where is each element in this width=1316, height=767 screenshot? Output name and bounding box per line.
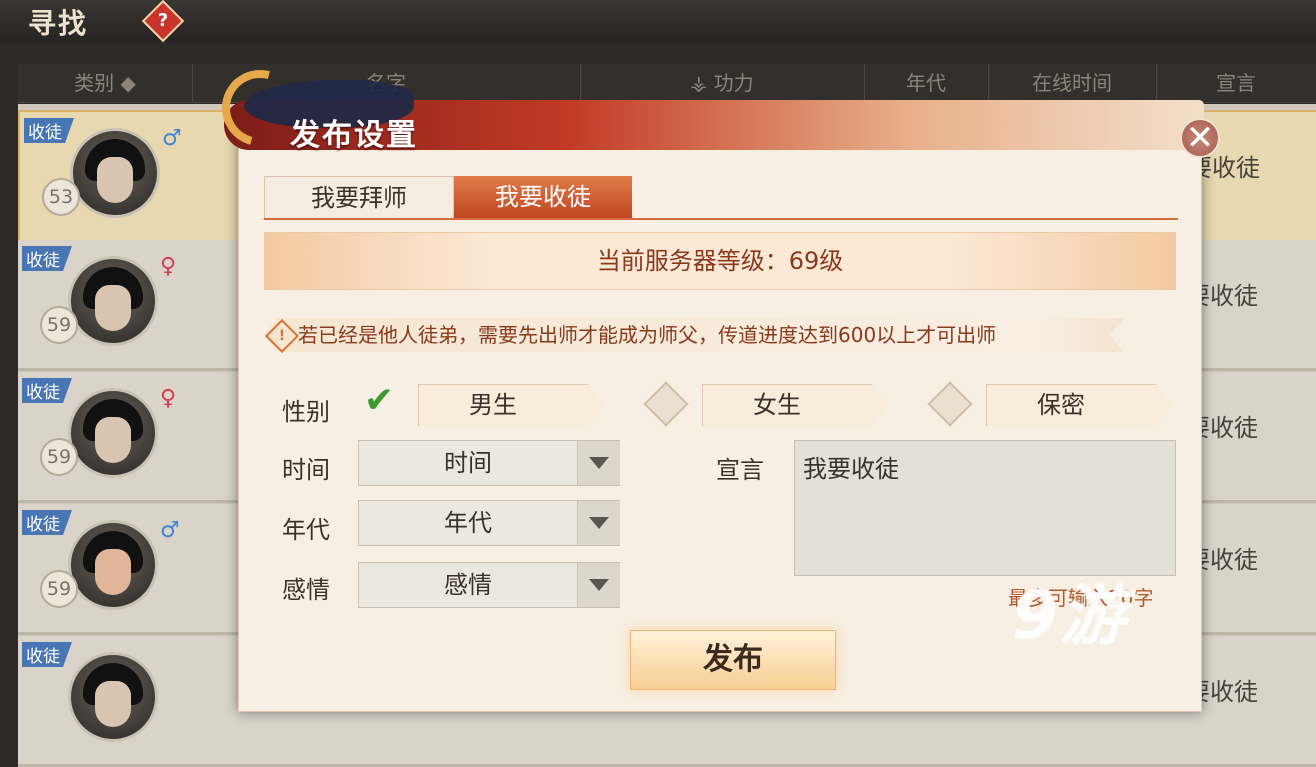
level-badge: 59 — [40, 306, 78, 344]
gender-option-male-label: 男生 — [469, 391, 517, 419]
emotion-select[interactable]: 感情 — [358, 562, 620, 608]
row-tag: 收徒 — [24, 118, 74, 143]
row-tag: 收徒 — [22, 642, 72, 667]
gender-label: 性别 — [282, 398, 330, 426]
sort-icon: ◆ — [120, 71, 136, 95]
gender-option-secret-label: 保密 — [1037, 391, 1085, 419]
tab-underline — [264, 218, 1178, 220]
dialog-header: 发布设置 — [208, 56, 1224, 166]
male-icon: ♂ — [162, 126, 182, 151]
era-label: 年代 — [282, 516, 330, 544]
chevron-down-icon[interactable] — [577, 563, 620, 607]
check-icon: ✔ — [364, 380, 395, 421]
row-tag: 收徒 — [22, 510, 72, 535]
male-icon: ♂ — [160, 518, 180, 543]
avatar — [70, 128, 160, 218]
watermark-logo: 9游 — [1012, 577, 1128, 654]
female-icon: ♀ — [160, 386, 177, 411]
tab-seek-master[interactable]: 我要拜师 — [264, 176, 454, 220]
row-tag: 收徒 — [22, 246, 72, 271]
female-icon: ♀ — [160, 254, 177, 279]
help-icon[interactable]: ? — [141, 0, 185, 43]
header-category[interactable]: 类别 ◆ — [18, 64, 193, 102]
avatar — [68, 388, 158, 478]
declaration-label: 宣言 — [716, 456, 764, 484]
close-icon[interactable]: ✕ — [1180, 118, 1220, 158]
page-title: 寻找 — [28, 7, 89, 40]
chevron-down-icon[interactable] — [577, 441, 620, 485]
level-badge: 59 — [40, 438, 78, 476]
level-badge: 59 — [40, 570, 78, 608]
time-select[interactable]: 时间 — [358, 440, 620, 486]
chevron-down-icon[interactable] — [577, 501, 620, 545]
avatar — [68, 652, 158, 742]
warning-icon-glyph: ! — [278, 328, 286, 344]
header-category-label: 类别 — [74, 71, 115, 95]
notice-text: 若已经是他人徒弟，需要先出师才能成为师父，传道进度达到600以上才可出师 — [298, 323, 997, 347]
top-bar: 寻找 ? — [0, 0, 1316, 43]
level-badge: 53 — [42, 178, 80, 216]
emotion-select-value: 感情 — [444, 571, 492, 599]
publish-button-label: 发布 — [703, 642, 763, 677]
tab-take-apprentice[interactable]: 我要收徒 — [454, 176, 632, 218]
emotion-label: 感情 — [282, 576, 330, 604]
server-level-banner: 当前服务器等级：69级 — [264, 232, 1176, 290]
help-icon-glyph: ? — [157, 10, 169, 31]
row-tag: 收徒 — [22, 378, 72, 403]
gender-option-female-label: 女生 — [753, 391, 801, 419]
server-level-text: 当前服务器等级：69级 — [596, 247, 844, 275]
dialog-title: 发布设置 — [290, 118, 418, 153]
era-select[interactable]: 年代 — [358, 500, 620, 546]
era-select-value: 年代 — [444, 509, 492, 537]
declaration-input-value: 我要收徒 — [803, 455, 899, 483]
time-select-value: 时间 — [444, 449, 492, 477]
declaration-input[interactable]: 我要收徒 — [794, 440, 1176, 576]
avatar — [68, 520, 158, 610]
avatar — [68, 256, 158, 346]
time-label: 时间 — [282, 456, 330, 484]
publish-button[interactable]: 发布 — [630, 630, 836, 690]
